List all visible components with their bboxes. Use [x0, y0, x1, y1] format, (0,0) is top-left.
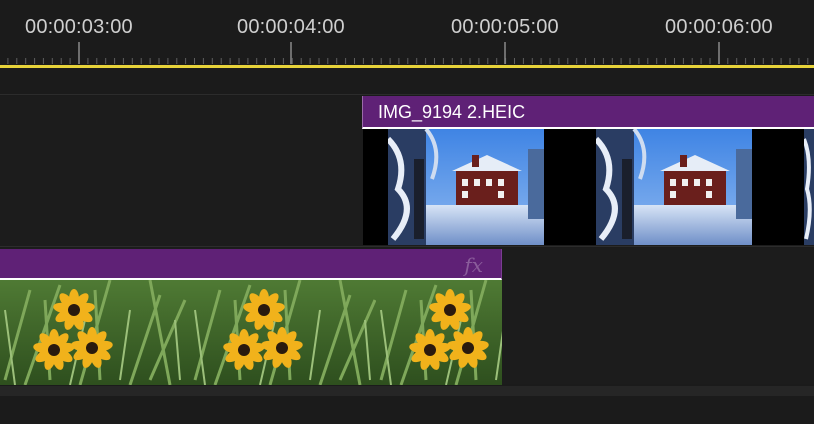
- ruler-ticks: [7, 42, 809, 64]
- playhead-line[interactable]: [0, 65, 814, 68]
- yellow-flowers-thumbnail: [0, 280, 502, 385]
- clip-header[interactable]: IMG_9194 2.HEIC: [362, 96, 814, 129]
- time-ruler[interactable]: 00:00:03:00 00:00:04:00 00:00:05:00 00:0…: [0, 0, 814, 66]
- snowy-house-thumbnail: [388, 129, 544, 245]
- track-divider: [0, 246, 814, 247]
- clip-thumbnails[interactable]: [0, 280, 502, 385]
- snowy-house-thumbnail: [596, 129, 752, 245]
- fx-icon: fx: [464, 253, 483, 277]
- track-divider: [0, 94, 814, 95]
- clip-thumbnails[interactable]: [363, 129, 814, 245]
- clip-header[interactable]: fx: [0, 249, 502, 280]
- timeline-scrollbar[interactable]: [0, 386, 814, 396]
- clip-title: IMG_9194 2.HEIC: [378, 102, 526, 122]
- snowy-house-thumbnail: [804, 129, 814, 245]
